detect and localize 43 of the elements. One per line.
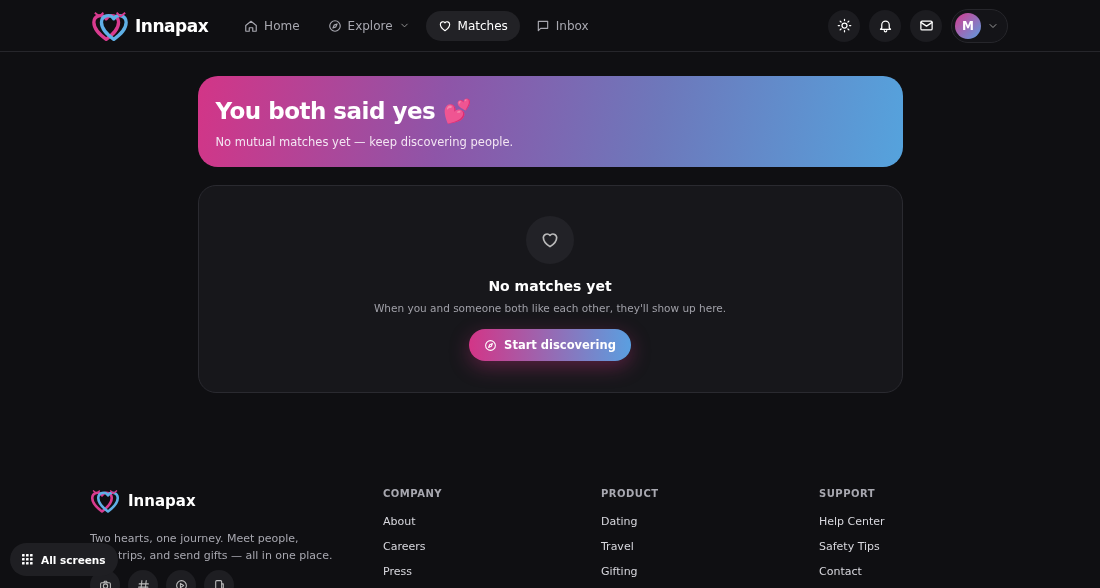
banner-subtitle: No mutual matches yet — keep discovering people. — [215, 135, 515, 149]
bell-button[interactable] — [869, 9, 901, 42]
footer-brand: Innapax — [128, 492, 196, 510]
sun-icon — [836, 18, 852, 33]
nav-tab[interactable]: Inbox — [523, 10, 601, 41]
empty-title: No matches yet — [488, 278, 612, 294]
footer-link[interactable]: Safety Tips — [819, 540, 880, 553]
brand-name: Innapax — [135, 15, 209, 36]
footer-link[interactable]: Contact — [819, 565, 862, 578]
footer-heading: COMPANY — [383, 488, 443, 499]
compass-icon — [484, 338, 498, 352]
hash-icon — [136, 578, 150, 588]
footer-link[interactable]: About — [383, 515, 416, 528]
footer-link[interactable]: Careers — [383, 540, 426, 553]
footer-heading: PRODUCT — [601, 488, 659, 499]
mail-icon — [918, 18, 934, 33]
bell-icon — [877, 18, 893, 33]
sun-button[interactable] — [828, 9, 860, 42]
footer-link[interactable]: Dating — [601, 515, 638, 528]
banner-title: You both said yes 💕 — [215, 98, 473, 125]
camera-icon — [98, 578, 112, 588]
nav-tab[interactable]: Explore — [315, 10, 422, 41]
footer-link[interactable]: Travel — [601, 540, 634, 553]
home-icon — [244, 18, 259, 33]
footer-tagline: trips, and send gifts — all in one place. — [118, 548, 333, 564]
phone-icon — [212, 578, 226, 588]
footer-link[interactable]: Press — [383, 565, 412, 578]
empty-message: When you and someone both like each other, they'll show up here. — [373, 302, 727, 314]
chat-icon — [535, 18, 550, 33]
nav-tab[interactable]: Matches — [425, 10, 520, 41]
heart-icon — [437, 18, 452, 33]
play-icon — [174, 578, 188, 588]
nav-tab[interactable]: Home — [232, 10, 312, 41]
mail-button[interactable] — [910, 9, 942, 42]
footer-link[interactable]: Gifting — [601, 565, 638, 578]
compass-icon — [327, 18, 342, 33]
avatar: M — [955, 12, 981, 39]
grid-icon — [22, 554, 33, 565]
start-discovering-button[interactable]: Start discovering — [469, 329, 631, 361]
all-screens-button[interactable]: All screens — [10, 543, 118, 576]
footer-heading: SUPPORT — [819, 488, 876, 499]
footer-link[interactable]: Help Center — [819, 515, 885, 528]
account-menu[interactable]: M — [951, 8, 1008, 43]
